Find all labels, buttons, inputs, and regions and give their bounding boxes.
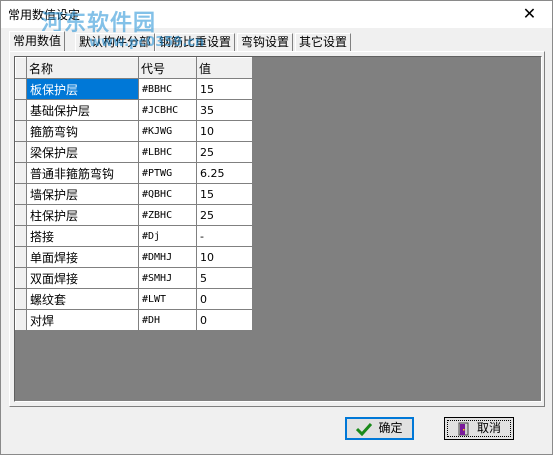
ok-label: 确定 [378, 421, 403, 435]
table-row[interactable]: 梁保护层 #LBHC 25 [15, 141, 253, 163]
row-indicator[interactable] [15, 141, 27, 163]
cell-name[interactable]: 普通非箍筋弯钩 [26, 162, 139, 184]
table-row[interactable]: 双面焊接 #SMHJ 5 [15, 267, 253, 289]
ok-button[interactable]: 确定 [345, 417, 414, 440]
row-indicator[interactable] [15, 288, 27, 310]
cell-code[interactable]: #PTWG [138, 162, 197, 184]
tab-other-settings[interactable]: 其它设置 [295, 33, 352, 51]
table-row[interactable]: 板保护层 #BBHC 15 [15, 78, 253, 100]
cell-name[interactable]: 板保护层 [26, 78, 139, 100]
cell-code[interactable]: #DMHJ [138, 246, 197, 268]
header-name[interactable]: 名称 [26, 57, 139, 79]
cell-name[interactable]: 基础保护层 [26, 99, 139, 121]
tab-default-component-division[interactable]: 默认构件分部 [75, 33, 156, 51]
header-code[interactable]: 代号 [138, 57, 197, 79]
table-row[interactable]: 对焊 #DH 0 [15, 309, 253, 331]
window-title: 常用数值设定 [8, 8, 81, 22]
cell-code[interactable]: #Dj [138, 225, 197, 247]
row-indicator[interactable] [15, 120, 27, 142]
table-row[interactable]: 基础保护层 #JCBHC 35 [15, 99, 253, 121]
tab-panel: 名称 代号 值 板保护层 #BBHC 15 基础保护层 #JCBHC 35 箍筋弯钩 #KJW… [9, 51, 545, 407]
cell-code[interactable]: #DH [138, 309, 197, 331]
row-indicator[interactable] [15, 225, 27, 247]
table-row[interactable]: 普通非箍筋弯钩 #PTWG 6.25 [15, 162, 253, 184]
checkmark-icon [356, 422, 373, 436]
values-grid[interactable]: 名称 代号 值 板保护层 #BBHC 15 基础保护层 #JCBHC 35 箍筋弯钩 #KJW… [14, 56, 542, 402]
header-value[interactable]: 值 [196, 57, 253, 79]
cell-name[interactable]: 柱保护层 [26, 204, 139, 226]
row-indicator[interactable] [15, 99, 27, 121]
door-exit-icon [458, 422, 469, 435]
cell-value[interactable]: - [196, 225, 253, 247]
cell-name[interactable]: 箍筋弯钩 [26, 120, 139, 142]
table-row[interactable]: 箍筋弯钩 #KJWG 10 [15, 120, 253, 142]
cell-value[interactable]: 0 [196, 288, 253, 310]
table-row[interactable]: 螺纹套 #LWT 0 [15, 288, 253, 310]
tab-rebar-weight-settings[interactable]: 钢筋比重设置 [155, 33, 236, 51]
header-corner [15, 57, 27, 79]
cell-code[interactable]: #JCBHC [138, 99, 197, 121]
cell-name[interactable]: 墙保护层 [26, 183, 139, 205]
close-button[interactable]: ✕ [507, 1, 552, 28]
close-icon: ✕ [522, 4, 537, 23]
cell-name[interactable]: 搭接 [26, 225, 139, 247]
tab-common-values[interactable]: 常用数值 [9, 31, 66, 51]
row-indicator[interactable] [15, 78, 27, 100]
cell-value[interactable]: 15 [196, 183, 253, 205]
cell-code[interactable]: #SMHJ [138, 267, 197, 289]
cell-name[interactable]: 单面焊接 [26, 246, 139, 268]
table-row[interactable]: 墙保护层 #QBHC 15 [15, 183, 253, 205]
table-row[interactable]: 单面焊接 #DMHJ 10 [15, 246, 253, 268]
cell-code[interactable]: #ZBHC [138, 204, 197, 226]
cell-value[interactable]: 25 [196, 204, 253, 226]
cell-value[interactable]: 35 [196, 99, 253, 121]
cell-name[interactable]: 对焊 [26, 309, 139, 331]
cell-code[interactable]: #KJWG [138, 120, 197, 142]
cell-value[interactable]: 10 [196, 120, 253, 142]
row-indicator[interactable] [15, 183, 27, 205]
cancel-button[interactable]: 取消 [444, 417, 514, 440]
cell-code[interactable]: #BBHC [138, 78, 197, 100]
dialog-window: 常用数值设定 ✕ 常用数值 默认构件分部 钢筋比重设置 弯钩设置 其它设置 名称… [0, 0, 553, 455]
row-indicator[interactable] [15, 267, 27, 289]
row-indicator[interactable] [15, 309, 27, 331]
cell-value[interactable]: 0 [196, 309, 253, 331]
cell-value[interactable]: 15 [196, 78, 253, 100]
cell-name[interactable]: 螺纹套 [26, 288, 139, 310]
values-table: 名称 代号 值 板保护层 #BBHC 15 基础保护层 #JCBHC 35 箍筋弯钩 #KJW… [15, 57, 253, 331]
cell-code[interactable]: #QBHC [138, 183, 197, 205]
title-bar[interactable]: 常用数值设定 ✕ [1, 1, 552, 28]
cell-value[interactable]: 10 [196, 246, 253, 268]
tab-hook-settings[interactable]: 弯钩设置 [237, 33, 294, 51]
table-row[interactable]: 搭接 #Dj - [15, 225, 253, 247]
cell-value[interactable]: 6.25 [196, 162, 253, 184]
cell-code[interactable]: #LWT [138, 288, 197, 310]
cell-value[interactable]: 25 [196, 141, 253, 163]
header-row: 名称 代号 值 [15, 57, 253, 79]
cancel-label: 取消 [476, 421, 501, 435]
cell-name[interactable]: 梁保护层 [26, 141, 139, 163]
cell-value[interactable]: 5 [196, 267, 253, 289]
cell-code[interactable]: #LBHC [138, 141, 197, 163]
row-indicator[interactable] [15, 162, 27, 184]
row-indicator[interactable] [15, 246, 27, 268]
table-row[interactable]: 柱保护层 #ZBHC 25 [15, 204, 253, 226]
cell-name[interactable]: 双面焊接 [26, 267, 139, 289]
row-indicator[interactable] [15, 204, 27, 226]
